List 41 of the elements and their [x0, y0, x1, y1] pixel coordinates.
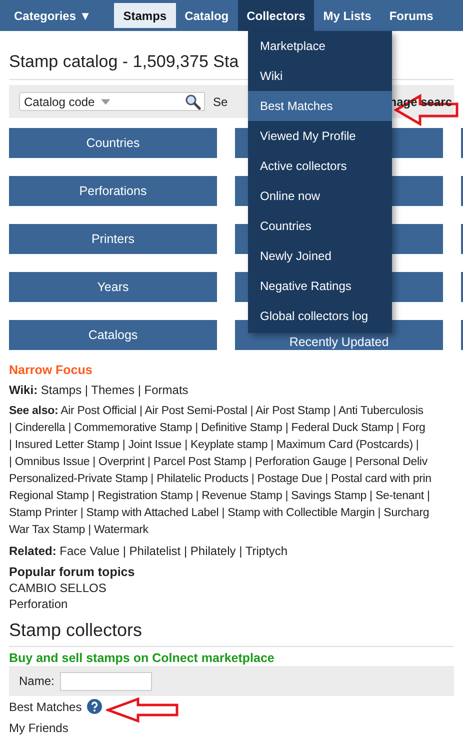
menu-item[interactable]: Negative Ratings — [248, 271, 392, 301]
menu-item[interactable]: Active collectors — [248, 151, 392, 181]
category-button[interactable]: Perforations — [9, 176, 217, 206]
category-button[interactable]: Printers — [9, 224, 217, 254]
nav-tab[interactable]: Forums — [380, 0, 442, 31]
nav-tab[interactable]: Catalog — [176, 0, 238, 31]
name-label: Name: — [19, 674, 54, 688]
forum-topic-link[interactable]: Perforation — [9, 597, 68, 611]
related-links[interactable]: Related: Face Value | Philatelist | Philately | Triptych — [9, 543, 454, 559]
category-button[interactable]: Countries — [9, 128, 217, 158]
name-field[interactable] — [60, 672, 152, 690]
nav-tab[interactable]: Stamps — [114, 3, 176, 28]
see-also-links[interactable]: War Tax Stamp | Watermark — [9, 522, 454, 539]
see-also-links[interactable]: See also: Air Post Official | Air Post Semi-Postal | Air Post Stamp | Anti Tuberculosis — [9, 403, 454, 420]
category-button[interactable]: Catalogs — [9, 320, 217, 350]
see-also-links[interactable]: | Insured Letter Stamp | Joint Issue | Keyplate stamp | Maximum Card (Postcards) | — [9, 437, 454, 454]
menu-item[interactable]: Viewed My Profile — [248, 121, 392, 151]
forum-heading: Popular forum topics — [9, 564, 136, 580]
see-also-links[interactable]: | Cinderella | Commemorative Stamp | Definitive Stamp | Federal Duck Stamp | Forg — [9, 420, 454, 437]
menu-item[interactable]: Newly Joined — [248, 241, 392, 271]
menu-item[interactable]: Online now — [248, 181, 392, 211]
see-also-links[interactable]: | Omnibus Issue | Overprint | Parcel Post Stamp | Perforation Gauge | Personal Deliv — [9, 454, 454, 471]
search-label: Se — [213, 94, 228, 108]
see-also-links[interactable]: Stamp Printer | Stamp with Attached Label | Stamp with Collectible Margin | Surcharg — [9, 505, 454, 522]
section-heading: Narrow Focus — [9, 362, 94, 378]
nav-tab[interactable]: My Lists — [314, 0, 380, 31]
category-button[interactable]: Years — [9, 272, 217, 302]
marketplace-link[interactable]: Buy and sell stamps on Colnect marketplace — [9, 651, 274, 665]
menu-item[interactable]: Countries — [248, 211, 392, 241]
wiki-links[interactable]: Wiki: Stamps | Themes | Formats — [9, 382, 454, 398]
nav-tab[interactable]: Categories ▼ — [5, 0, 100, 31]
nav-tab[interactable]: Collectors — [238, 0, 314, 31]
collector-link[interactable]: My Friends — [9, 720, 68, 734]
menu-item[interactable]: Marketplace — [248, 31, 392, 61]
collector-link[interactable]: Best Matches — [9, 700, 82, 714]
help-icon[interactable] — [86, 699, 102, 714]
menu-item[interactable]: Best Matches — [248, 91, 392, 121]
forum-topic-link[interactable]: CAMBIO SELLOS — [9, 581, 106, 595]
see-also-links[interactable]: Personalized-Private Stamp | Philatelic Products | Postage Due | Postal card with prin — [9, 471, 454, 488]
see-also-links[interactable]: Regional Stamp | Registration Stamp | Revenue Stamp | Savings Stamp | Se-tenant | — [9, 488, 454, 505]
section-title: Stamp collectors — [9, 620, 454, 647]
